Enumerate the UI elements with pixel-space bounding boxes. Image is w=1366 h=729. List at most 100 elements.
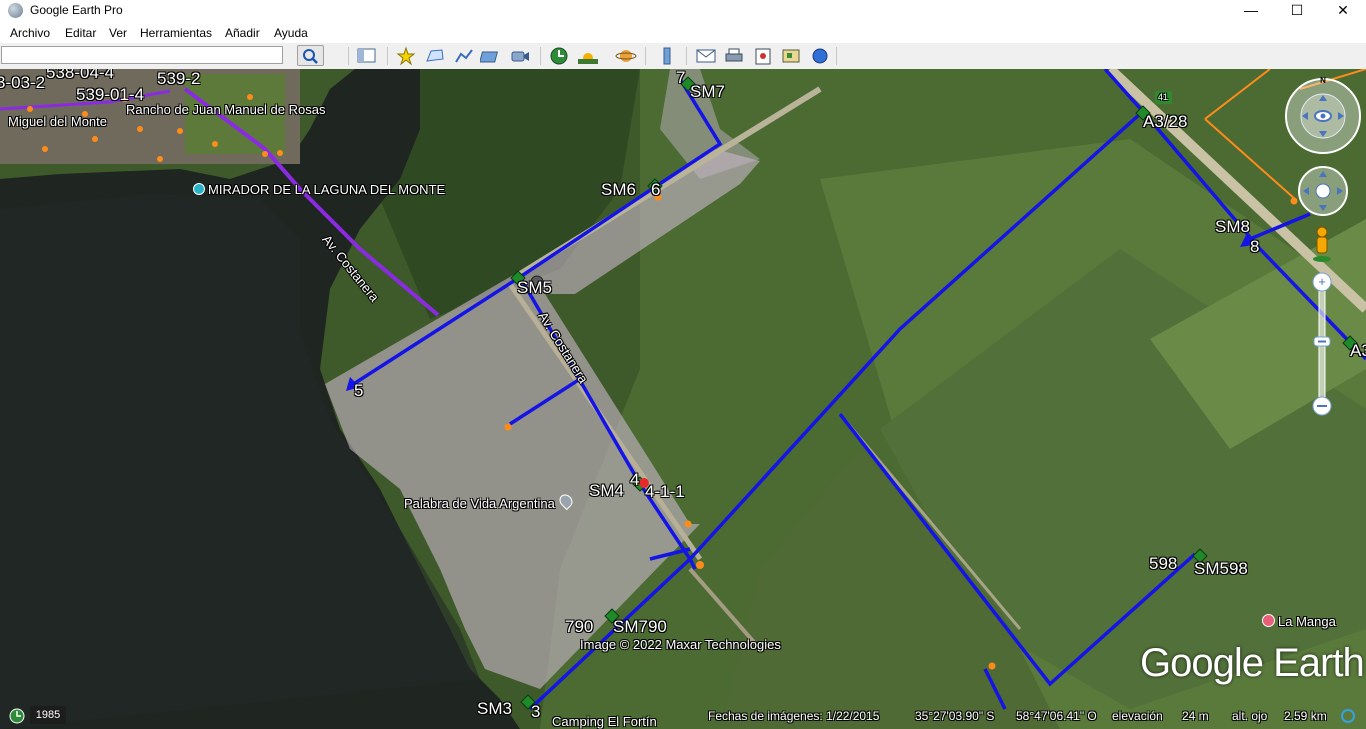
save-image-button[interactable]	[751, 46, 775, 66]
historical-imagery-clock-icon[interactable]	[8, 707, 26, 725]
record-tour-button[interactable]	[508, 46, 532, 66]
toolbar-separator	[540, 47, 541, 65]
pan-control[interactable]	[1297, 165, 1349, 217]
poi-pin-icon	[193, 183, 205, 195]
street-view-pegman-icon[interactable]	[1310, 225, 1334, 265]
sidebar-icon	[357, 48, 376, 63]
marker-label-sm598[interactable]: SM598	[1194, 559, 1248, 579]
add-placemark-button[interactable]	[394, 46, 418, 66]
poi-pin-icon	[1262, 614, 1275, 627]
marker-label-598[interactable]: 598	[1149, 554, 1177, 574]
window-title: Google Earth Pro	[30, 3, 123, 17]
search-button[interactable]	[297, 45, 324, 66]
add-polygon-button[interactable]	[423, 46, 447, 66]
marker-label-5[interactable]: 5	[354, 381, 363, 401]
print-button[interactable]	[722, 46, 746, 66]
menu-ver[interactable]: Ver	[109, 26, 127, 40]
marker-label-3[interactable]: 3	[531, 702, 540, 722]
look-around-control[interactable]: N	[1284, 77, 1362, 155]
maximize-button[interactable]: ☐	[1274, 0, 1320, 22]
historical-imagery-button[interactable]	[547, 46, 571, 66]
email-icon	[696, 49, 716, 63]
poi-label-mirador[interactable]: MIRADOR DE LA LAGUNA DEL MONTE	[193, 182, 445, 197]
sunlight-button[interactable]	[576, 46, 600, 66]
marker-label-6[interactable]: 6	[651, 180, 660, 200]
view-in-maps-button[interactable]	[779, 46, 803, 66]
poi-label-camping[interactable]: Camping El Fortín	[552, 714, 657, 729]
imagery-year-badge[interactable]: 1985	[30, 706, 66, 724]
elevation-label: elevación	[1112, 709, 1163, 723]
search-icon	[303, 49, 318, 64]
imagery-date: Fechas de imágenes: 1/22/2015	[708, 709, 880, 723]
marker-label-790[interactable]: 790	[565, 617, 593, 637]
menu-anadir[interactable]: Añadir	[225, 26, 260, 40]
marker-label-4-1-1[interactable]: 4-1-1	[645, 482, 685, 502]
satellite-imagery	[0, 69, 1366, 729]
menu-bar: Archivo Editar Ver Herramientas Añadir A…	[0, 22, 1366, 43]
map-view[interactable]: SM7 7 SM6 6 SM5 5 SM4 4 4-1-1 SM790 790 …	[0, 69, 1366, 729]
earth-gallery-button[interactable]	[808, 46, 832, 66]
town-label-miguel-del-monte: Miguel del Monte	[8, 114, 107, 129]
eye-altitude-label: alt. ojo	[1232, 709, 1268, 723]
toolbar-separator	[645, 47, 646, 65]
google-earth-app-icon	[8, 3, 23, 18]
marker-label-8[interactable]: 8	[1250, 237, 1259, 257]
poi-label-palabra[interactable]: Palabra de Vida Argentina	[404, 491, 576, 511]
svg-text:+: +	[1318, 274, 1326, 289]
poi-label-rancho[interactable]: Rancho de Juan Manuel de Rosas	[126, 102, 325, 117]
marker-label-4[interactable]: 4	[630, 470, 639, 490]
search-input[interactable]	[1, 46, 283, 64]
toolbar-separator	[686, 47, 687, 65]
marker-label-539-2[interactable]: 539-2	[157, 69, 200, 89]
record-tour-icon	[511, 51, 529, 62]
marker-label-539-01-4[interactable]: 539-01-4	[76, 85, 144, 105]
save-image-icon	[755, 48, 771, 65]
add-path-button[interactable]	[452, 46, 476, 66]
streaming-progress-icon	[1341, 709, 1355, 723]
poi-label-la-manga[interactable]: La Manga	[1262, 614, 1336, 629]
poi-palabra-text: Palabra de Vida Argentina	[404, 496, 555, 511]
placemark-icon	[396, 46, 416, 66]
marker-label-a3[interactable]: A3	[1350, 341, 1366, 361]
elevation-value: 24 m	[1182, 709, 1209, 723]
google-earth-logo: Google Earth	[1140, 641, 1365, 685]
marker-label-sm790[interactable]: SM790	[613, 617, 667, 637]
imagery-credit: Image © 2022 Maxar Technologies	[580, 637, 781, 652]
poi-mirador-text: MIRADOR DE LA LAGUNA DEL MONTE	[208, 182, 446, 197]
longitude-readout: 58°47'06.41" O	[1016, 709, 1097, 723]
toolbar	[0, 43, 1366, 70]
add-image-overlay-button[interactable]	[479, 46, 504, 66]
marker-label-7[interactable]: 7	[676, 69, 685, 88]
menu-herramientas[interactable]: Herramientas	[140, 26, 212, 40]
title-bar: Google Earth Pro — ☐ ✕	[0, 0, 1366, 22]
image-overlay-icon	[479, 51, 499, 63]
svg-text:N: N	[1320, 77, 1326, 85]
marker-label-sm8[interactable]: SM8	[1215, 217, 1250, 237]
toolbar-separator	[348, 47, 349, 65]
earth-gallery-icon	[812, 48, 828, 64]
menu-editar[interactable]: Editar	[65, 26, 96, 40]
toolbar-separator	[836, 47, 837, 65]
marker-label-sm5[interactable]: SM5	[517, 278, 552, 298]
minimize-button[interactable]: —	[1228, 0, 1274, 22]
zoom-slider[interactable]: +	[1311, 272, 1333, 417]
eye-altitude-value: 2.59 km	[1284, 709, 1327, 723]
close-button[interactable]: ✕	[1320, 0, 1366, 22]
menu-ayuda[interactable]: Ayuda	[274, 26, 308, 40]
menu-archivo[interactable]: Archivo	[10, 26, 50, 40]
ruler-button[interactable]	[655, 46, 679, 66]
marker-label-a3-28[interactable]: A3/28	[1143, 112, 1187, 132]
marker-label-538-04-4[interactable]: 538-04-4	[46, 69, 114, 83]
historical-imagery-icon	[550, 47, 568, 65]
polygon-icon	[426, 49, 444, 62]
marker-label-sm3[interactable]: SM3	[477, 699, 512, 719]
planets-button[interactable]	[614, 46, 638, 66]
route-41-shield: 41	[1158, 92, 1169, 102]
ruler-icon	[663, 47, 671, 65]
marker-label-sm6[interactable]: SM6	[601, 180, 636, 200]
email-button[interactable]	[694, 46, 718, 66]
marker-label-3-03-2[interactable]: 3-03-2	[0, 73, 45, 93]
sidebar-toggle-button[interactable]	[355, 46, 379, 66]
marker-label-sm7[interactable]: SM7	[690, 82, 725, 102]
marker-label-sm4[interactable]: SM4	[589, 481, 624, 501]
